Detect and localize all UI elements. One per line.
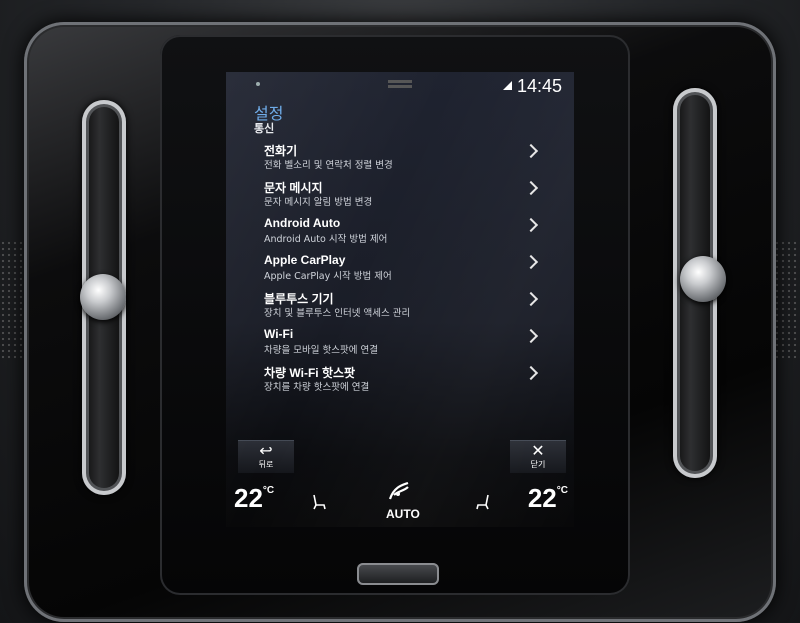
chevron-right-icon: [523, 328, 539, 344]
passenger-temp-value: 22: [527, 483, 557, 513]
vent-knob-right[interactable]: [680, 256, 726, 302]
settings-item-label: Android Auto: [264, 216, 341, 230]
settings-item-label: Wi-Fi: [264, 327, 294, 341]
chevron-right-icon: [523, 291, 539, 307]
settings-item-desc: 문자 메시지 알림 방법 변경: [264, 197, 373, 208]
settings-item-desc: Android Auto 시작 방법 제어: [264, 234, 388, 245]
settings-item-phone[interactable]: 전화기 전화 벨소리 및 연락처 정렬 변경: [226, 136, 574, 173]
status-indicator-icon: [256, 82, 260, 86]
settings-item-apple-carplay[interactable]: Apple CarPlay Apple CarPlay 시작 방법 제어: [226, 247, 574, 284]
settings-item-desc: 장치 및 블루투스 인터넷 액세스 관리: [264, 308, 411, 319]
settings-item-desc: Apple CarPlay 시작 방법 제어: [264, 271, 392, 282]
status-bar: 14:45: [226, 72, 574, 100]
close-icon: ✕: [531, 441, 545, 460]
settings-item-android-auto[interactable]: Android Auto Android Auto 시작 방법 제어: [226, 210, 574, 247]
temp-unit: °C: [556, 485, 568, 496]
settings-item-messages[interactable]: 문자 메시지 문자 메시지 알림 방법 변경: [226, 173, 574, 210]
passenger-temperature[interactable]: 22°C: [528, 483, 568, 514]
chevron-right-icon: [523, 180, 539, 196]
driver-temp-value: 22: [234, 483, 263, 513]
chevron-right-icon: [523, 217, 539, 233]
settings-item-wifi[interactable]: Wi-Fi 차량을 모바일 핫스팟에 연결: [226, 321, 574, 358]
seat-heat-icon[interactable]: [474, 493, 492, 511]
settings-item-wifi-hotspot[interactable]: 차량 Wi-Fi 핫스팟 장치를 차량 핫스팟에 연결: [226, 358, 574, 395]
back-button[interactable]: ↩ 뒤로: [238, 440, 294, 473]
settings-item-label: Apple CarPlay: [264, 253, 346, 267]
page-subtitle: 통신: [254, 122, 275, 135]
signal-strength-icon: [503, 81, 512, 90]
temp-unit: °C: [262, 485, 275, 496]
settings-item-desc: 전화 벨소리 및 연락처 정렬 변경: [264, 160, 393, 171]
settings-item-bluetooth[interactable]: 블루투스 기기 장치 및 블루투스 인터넷 액세스 관리: [226, 284, 574, 321]
home-button[interactable]: [357, 563, 439, 585]
chevron-right-icon: [523, 365, 539, 381]
climate-bar: 22°C AUTO 22°C: [226, 477, 574, 527]
vent-knob-left[interactable]: [80, 274, 126, 320]
close-button[interactable]: ✕ 닫기: [510, 440, 566, 473]
back-arrow-icon: ↩: [259, 441, 273, 460]
settings-list: 전화기 전화 벨소리 및 연락처 정렬 변경 문자 메시지 문자 메시지 알림 …: [226, 136, 574, 395]
driver-temperature[interactable]: 22°C: [234, 483, 274, 514]
fan-icon[interactable]: [386, 481, 412, 503]
clock: 14:45: [516, 76, 562, 96]
back-button-label: 뒤로: [258, 460, 274, 469]
settings-item-desc: 장치를 차량 핫스팟에 연결: [264, 382, 370, 393]
chevron-right-icon: [523, 254, 539, 270]
climate-auto-label[interactable]: AUTO: [386, 507, 420, 521]
close-button-label: 닫기: [530, 460, 546, 469]
pull-down-handle-icon[interactable]: [388, 80, 412, 83]
infotainment-screen: 14:45 설정 통신 전화기 전화 벨소리 및 연락처 정렬 변경 문자 메시…: [226, 72, 574, 527]
settings-item-desc: 차량을 모바일 핫스팟에 연결: [264, 345, 378, 356]
chevron-right-icon: [523, 143, 539, 159]
seat-heat-icon[interactable]: [310, 493, 328, 511]
